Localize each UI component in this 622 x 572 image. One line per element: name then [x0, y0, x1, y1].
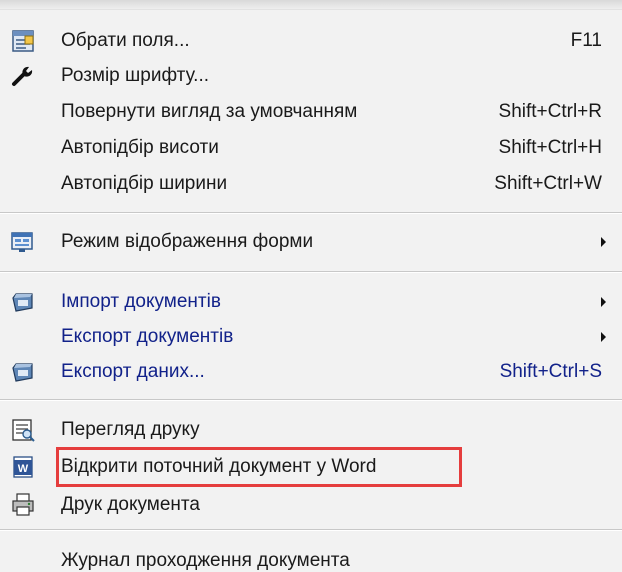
- menu-item-label: Автопідбір висоти: [61, 137, 219, 158]
- highlight-box: [56, 447, 462, 487]
- menu-item-print-document[interactable]: Друк документа: [0, 488, 622, 522]
- menu-item-shortcut: Shift+Ctrl+H: [498, 137, 602, 158]
- word-icon: W: [10, 454, 36, 480]
- menu-item-shortcut: F11: [570, 30, 602, 51]
- menu-item-import-documents[interactable]: Імпорт документів: [0, 285, 622, 319]
- menu-item-label: Режим відображення форми: [61, 231, 314, 252]
- export-icon: [10, 359, 36, 385]
- wrench-icon: [10, 63, 36, 89]
- menu-item-autofit-height[interactable]: Автопідбір висоти Shift+Ctrl+H: [0, 131, 622, 165]
- menu-item-label: Експорт даних...: [61, 361, 205, 382]
- submenu-arrow-icon: [601, 297, 606, 307]
- menu-item-export-data[interactable]: Експорт даних... Shift+Ctrl+S: [0, 355, 622, 389]
- menu-item-shortcut: Shift+Ctrl+W: [494, 173, 602, 194]
- menu-item-form-view-mode[interactable]: Режим відображення форми: [0, 225, 622, 259]
- menu-item-label: Повернути вигляд за умовчанням: [61, 101, 358, 122]
- submenu-arrow-icon: [601, 332, 606, 342]
- context-menu: Обрати поля... F11 Розмір шрифту... Пове…: [0, 0, 622, 572]
- menu-item-label: Друк документа: [61, 494, 200, 515]
- select-fields-icon: [10, 28, 36, 54]
- menu-item-label: Розмір шрифту...: [61, 65, 210, 86]
- import-icon: [10, 289, 36, 315]
- menu-item-print-preview[interactable]: Перегляд друку: [0, 413, 622, 447]
- menu-item-shortcut: Shift+Ctrl+R: [498, 101, 602, 122]
- menu-item-label: Імпорт документів: [61, 291, 221, 312]
- form-view-icon: [10, 229, 36, 255]
- menu-item-font-size[interactable]: Розмір шрифту...: [0, 59, 622, 93]
- menu-top-band: [0, 0, 622, 10]
- printer-icon: [10, 492, 36, 518]
- menu-item-shortcut: Shift+Ctrl+S: [499, 361, 602, 382]
- menu-item-restore-default-view[interactable]: Повернути вигляд за умовчанням Shift+Ctr…: [0, 95, 622, 129]
- menu-item-autofit-width[interactable]: Автопідбір ширини Shift+Ctrl+W: [0, 167, 622, 201]
- menu-item-label: Журнал проходження документа: [61, 550, 350, 571]
- menu-item-label: Обрати поля...: [61, 30, 190, 51]
- menu-separator: [0, 271, 622, 273]
- menu-item-label: Перегляд друку: [61, 419, 200, 440]
- menu-item-export-documents[interactable]: Експорт документів: [0, 320, 622, 354]
- menu-separator: [0, 212, 622, 214]
- print-preview-icon: [10, 417, 36, 443]
- submenu-arrow-icon: [601, 237, 606, 247]
- menu-item-label: Експорт документів: [61, 326, 234, 347]
- menu-separator: [0, 399, 622, 401]
- svg-text:W: W: [18, 463, 29, 475]
- menu-item-document-journal[interactable]: Журнал проходження документа: [0, 544, 622, 572]
- menu-item-label: Автопідбір ширини: [61, 173, 228, 194]
- menu-item-select-fields[interactable]: Обрати поля... F11: [0, 24, 622, 58]
- menu-separator: [0, 529, 622, 531]
